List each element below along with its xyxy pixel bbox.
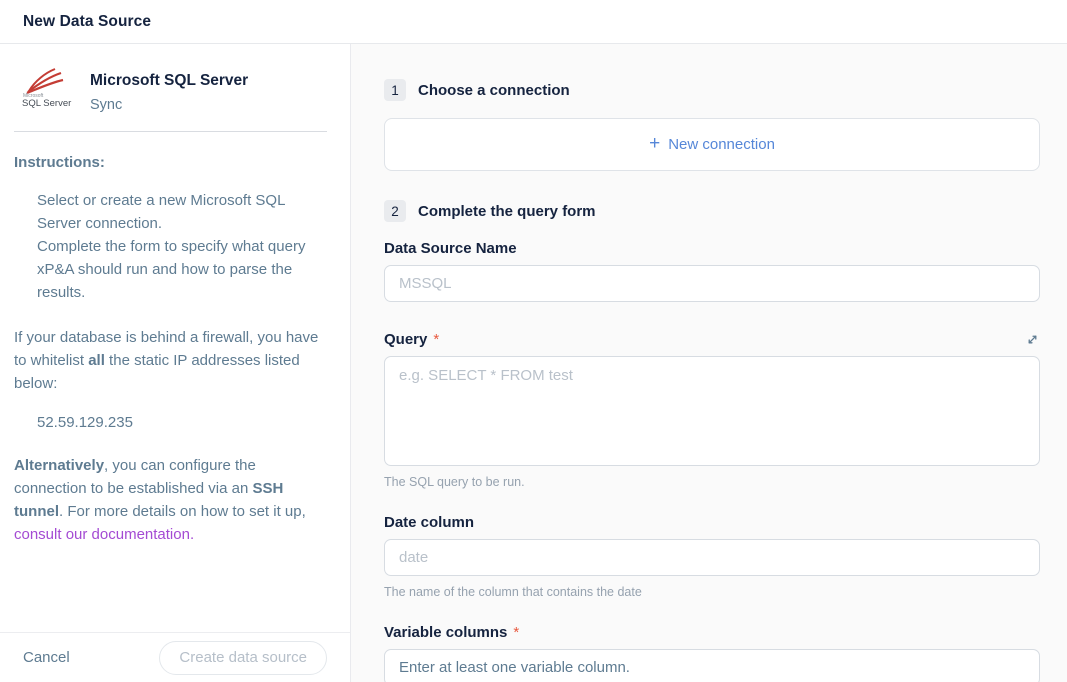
firewall-note: If your database is behind a firewall, y… [14,326,327,395]
ssh-tunnel-note: Alternatively, you can configure the con… [14,454,327,546]
query-label: Query [384,331,427,348]
documentation-link[interactable]: consult our documentation. [14,526,194,543]
source-name: Microsoft SQL Server [90,72,248,90]
step-1-title: Choose a connection [418,82,570,99]
data-source-name-field: Data Source Name [384,240,1040,302]
data-source-name-label: Data Source Name [384,240,517,257]
page-title: New Data Source [23,13,151,31]
query-helper-text: The SQL query to be run. [384,475,1040,489]
required-asterisk: * [433,331,439,348]
cancel-button[interactable]: Cancel [23,649,70,666]
sql-server-logo-icon: Microsoft SQL Server [16,68,72,109]
create-data-source-button[interactable]: Create data source [159,641,327,675]
plus-icon: + [649,134,660,153]
sidebar-divider [14,131,327,132]
step-2-badge: 2 [384,200,406,222]
variable-columns-label: Variable columns [384,624,507,641]
instructions-block: Instructions: Select or create a new Mic… [14,151,327,546]
variable-columns-input[interactable] [384,649,1040,682]
instruction-item: Select or create a new Microsoft SQL Ser… [37,189,327,235]
sidebar: Microsoft SQL Server Microsoft SQL Serve… [0,44,351,682]
query-textarea[interactable] [384,356,1040,466]
date-column-helper-text: The name of the column that contains the… [384,585,1040,599]
alternatively-bold: Alternatively [14,457,104,474]
query-field: Query * The SQL query to be run. [384,331,1040,489]
instructions-heading: Instructions: [14,151,327,174]
instruction-item: Complete the form to specify what query … [37,235,327,304]
main-panel: 1 Choose a connection + New connection 2… [351,44,1067,682]
logo-sql-server-text: SQL Server [16,99,72,109]
required-asterisk: * [513,624,519,641]
step-1-row: 1 Choose a connection [384,79,1040,101]
date-column-input[interactable] [384,539,1040,576]
data-source-name-input[interactable] [384,265,1040,302]
expand-icon[interactable] [1025,332,1040,347]
source-sync-label: Sync [90,97,248,113]
date-column-label: Date column [384,514,474,531]
sidebar-footer: Cancel Create data source [0,632,350,682]
new-connection-button[interactable]: + New connection [384,118,1040,171]
ssh-note-text-2: . For more details on how to set it up, [59,503,306,520]
step-2-row: 2 Complete the query form [384,200,1040,222]
source-header: Microsoft SQL Server Microsoft SQL Serve… [14,64,327,113]
variable-columns-field: Variable columns * [384,624,1040,682]
new-data-source-page: New Data Source Microsoft SQL Server Mic… [0,0,1067,682]
new-connection-label: New connection [668,136,775,153]
date-column-field: Date column The name of the column that … [384,514,1040,599]
ip-address: 52.59.129.235 [14,411,327,434]
step-1-badge: 1 [384,79,406,101]
firewall-note-bold: all [88,352,105,369]
page-header: New Data Source [0,0,1067,44]
step-2-title: Complete the query form [418,203,596,220]
